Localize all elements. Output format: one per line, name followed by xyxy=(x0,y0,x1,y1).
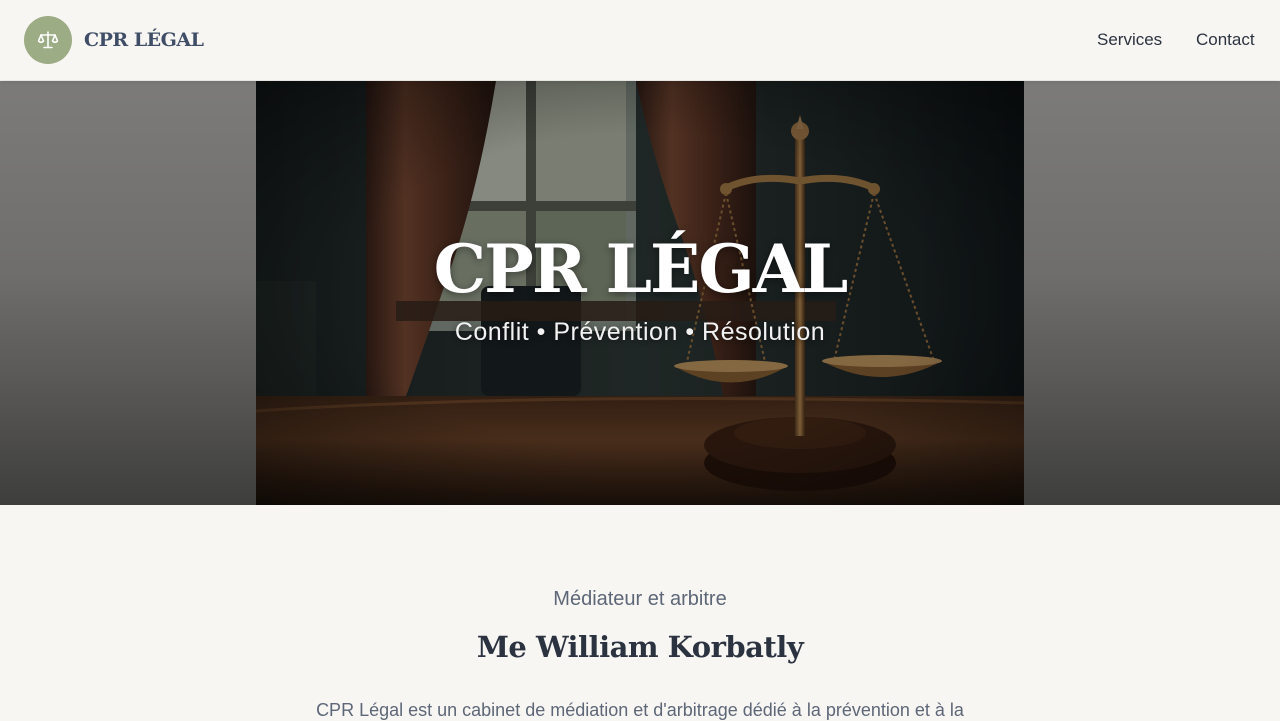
logo[interactable] xyxy=(24,16,72,64)
hero-subtitle: Conflit • Prévention • Résolution xyxy=(454,318,826,346)
brand-name[interactable]: CPR LÉGAL xyxy=(84,28,204,52)
scales-icon xyxy=(37,31,59,49)
hero-title: CPR LÉGAL xyxy=(433,230,849,308)
mediator-name: Me William Korbatly xyxy=(476,630,804,664)
nav-contact[interactable]: Contact xyxy=(1196,29,1255,51)
intro-paragraph: CPR Légal est un cabinet de médiation et… xyxy=(316,700,964,720)
site-header: CPR LÉGAL Services Contact xyxy=(0,0,1280,80)
nav-services[interactable]: Services xyxy=(1097,29,1162,51)
section-eyebrow: Médiateur et arbitre xyxy=(553,588,727,610)
hero-banner: CPR LÉGAL Conflit • Prévention • Résolut… xyxy=(0,81,1280,505)
